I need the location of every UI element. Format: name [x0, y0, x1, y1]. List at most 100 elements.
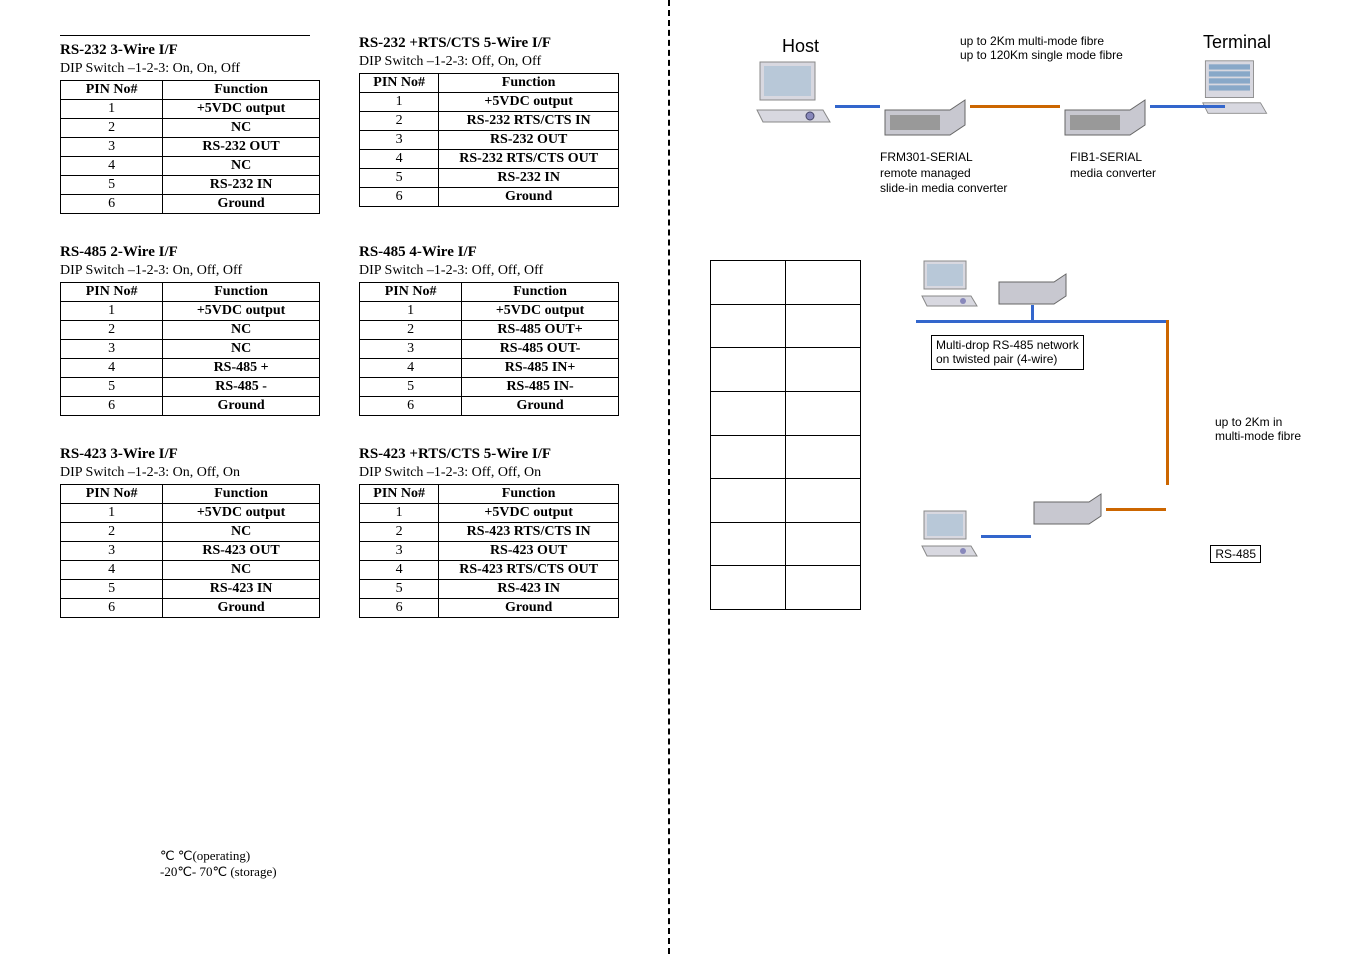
table-header-cell: PIN No# — [61, 485, 163, 504]
fiber-distance-label-2: up to 2Km in multi-mode fibre — [1215, 415, 1301, 444]
table-row: 4NC — [61, 157, 320, 176]
table-row: 6Ground — [61, 195, 320, 214]
pin-table-block: RS-485 2-Wire I/FDIP Switch –1-2-3: On, … — [60, 244, 339, 416]
terminal-computer-icon — [1201, 55, 1271, 120]
pin-number-cell: 4 — [360, 359, 462, 378]
function-cell: NC — [163, 340, 320, 359]
table-header-cell: Function — [163, 283, 320, 302]
function-cell: RS-485 OUT- — [462, 340, 619, 359]
pin-table-block: RS-232 3-Wire I/FDIP Switch –1-2-3: On, … — [60, 35, 339, 214]
table-row: 1+5VDC output — [61, 100, 320, 119]
table-row: 1+5VDC output — [360, 302, 619, 321]
function-cell: NC — [163, 561, 320, 580]
table-row — [711, 566, 861, 610]
empty-cell — [786, 348, 861, 392]
pin-number-cell: 1 — [61, 100, 163, 119]
function-cell: RS-485 IN+ — [462, 359, 619, 378]
function-cell: RS-423 OUT — [163, 542, 320, 561]
table-header-cell: PIN No# — [61, 283, 163, 302]
function-cell: RS-423 OUT — [439, 542, 619, 561]
table-header-cell: Function — [462, 283, 619, 302]
table-row: 3RS-423 OUT — [360, 542, 619, 561]
pin-number-cell: 2 — [61, 321, 163, 340]
table-row: 1+5VDC output — [61, 504, 320, 523]
table-subtitle: DIP Switch –1-2-3: Off, Off, Off — [359, 263, 638, 279]
node-computer-icon — [921, 260, 981, 310]
table-row: 6Ground — [360, 599, 619, 618]
pin-number-cell: 3 — [61, 138, 163, 157]
table-row: 1+5VDC output — [360, 504, 619, 523]
empty-cell — [711, 566, 786, 610]
table-row: 6Ground — [61, 397, 320, 416]
table-row: 3NC — [61, 340, 320, 359]
pin-table-block: RS-423 3-Wire I/FDIP Switch –1-2-3: On, … — [60, 446, 339, 618]
function-cell: Ground — [439, 188, 619, 207]
function-cell: Ground — [163, 397, 320, 416]
bus-line — [916, 320, 1166, 323]
table-row: 4RS-485 IN+ — [360, 359, 619, 378]
topology-diagram-2: Multi-drop RS-485 network on twisted pai… — [891, 260, 1311, 610]
section-rule — [60, 35, 310, 36]
table-row: 3RS-232 OUT — [61, 138, 320, 157]
fiber-conn — [1106, 508, 1166, 511]
pin-number-cell: 5 — [360, 580, 439, 599]
empty-cell — [786, 261, 861, 305]
function-cell: RS-423 IN — [439, 580, 619, 599]
table-header-cell: Function — [163, 81, 320, 100]
empty-cell — [711, 522, 786, 566]
empty-cell — [711, 348, 786, 392]
pin-number-cell: 2 — [360, 523, 439, 542]
pin-table: PIN No#Function1+5VDC output2NC3NC4RS-48… — [60, 282, 320, 416]
pin-number-cell: 4 — [360, 150, 439, 169]
table-row: 4NC — [61, 561, 320, 580]
table-row — [711, 391, 861, 435]
function-cell: RS-232 RTS/CTS IN — [439, 112, 619, 131]
table-row — [711, 261, 861, 305]
multidrop-label: Multi-drop RS-485 network on twisted pai… — [931, 335, 1084, 370]
table-row: 2NC — [61, 119, 320, 138]
empty-cell — [786, 566, 861, 610]
table-title: RS-423 3-Wire I/F — [60, 446, 339, 463]
table-row: 2RS-232 RTS/CTS IN — [360, 112, 619, 131]
table-row: 5RS-232 IN — [61, 176, 320, 195]
empty-cell — [711, 435, 786, 479]
cable-line — [835, 105, 880, 108]
empty-cell — [786, 435, 861, 479]
table-title: RS-485 4-Wire I/F — [359, 244, 638, 261]
pin-table: PIN No#Function1+5VDC output2RS-423 RTS/… — [359, 484, 619, 618]
table-header-cell: Function — [439, 74, 619, 93]
table-row: 4RS-485 + — [61, 359, 320, 378]
pin-number-cell: 1 — [360, 93, 439, 112]
function-cell: RS-423 IN — [163, 580, 320, 599]
table-row: 5RS-485 - — [61, 378, 320, 397]
pin-number-cell: 2 — [61, 119, 163, 138]
topology-diagram-1: Host Terminal up to 2Km multi-mode fibre… — [710, 20, 1311, 220]
function-cell: Ground — [439, 599, 619, 618]
pin-number-cell: 5 — [360, 169, 439, 188]
function-cell: RS-232 IN — [439, 169, 619, 188]
function-cell: RS-232 IN — [163, 176, 320, 195]
empty-cell — [786, 479, 861, 523]
table-header-cell: Function — [439, 485, 619, 504]
pin-number-cell: 3 — [360, 131, 439, 150]
function-cell: +5VDC output — [462, 302, 619, 321]
fiber-line — [970, 105, 1060, 108]
fiber-distance-text: up to 2Km multi-mode fibre up to 120Km s… — [960, 34, 1123, 63]
blank-table — [710, 260, 861, 610]
pin-number-cell: 6 — [360, 599, 439, 618]
pin-table: PIN No#Function1+5VDC output2RS-232 RTS/… — [359, 73, 619, 207]
pin-number-cell: 5 — [61, 378, 163, 397]
pin-table: PIN No#Function1+5VDC output2NC3RS-232 O… — [60, 80, 320, 214]
function-cell: RS-485 + — [163, 359, 320, 378]
table-row: 4RS-232 RTS/CTS OUT — [360, 150, 619, 169]
table-row: 5RS-485 IN- — [360, 378, 619, 397]
pin-number-cell: 4 — [61, 157, 163, 176]
pin-number-cell: 4 — [61, 561, 163, 580]
frm-device-icon — [880, 95, 970, 140]
table-header-cell: PIN No# — [360, 74, 439, 93]
pin-number-cell: 6 — [360, 397, 462, 416]
temperature-spec: ℃ ℃(operating) -20℃- 70℃ (storage) — [160, 848, 638, 880]
cable-line-2 — [1150, 105, 1225, 108]
table-row: 2RS-485 OUT+ — [360, 321, 619, 340]
terminal-label: Terminal — [1203, 32, 1271, 53]
